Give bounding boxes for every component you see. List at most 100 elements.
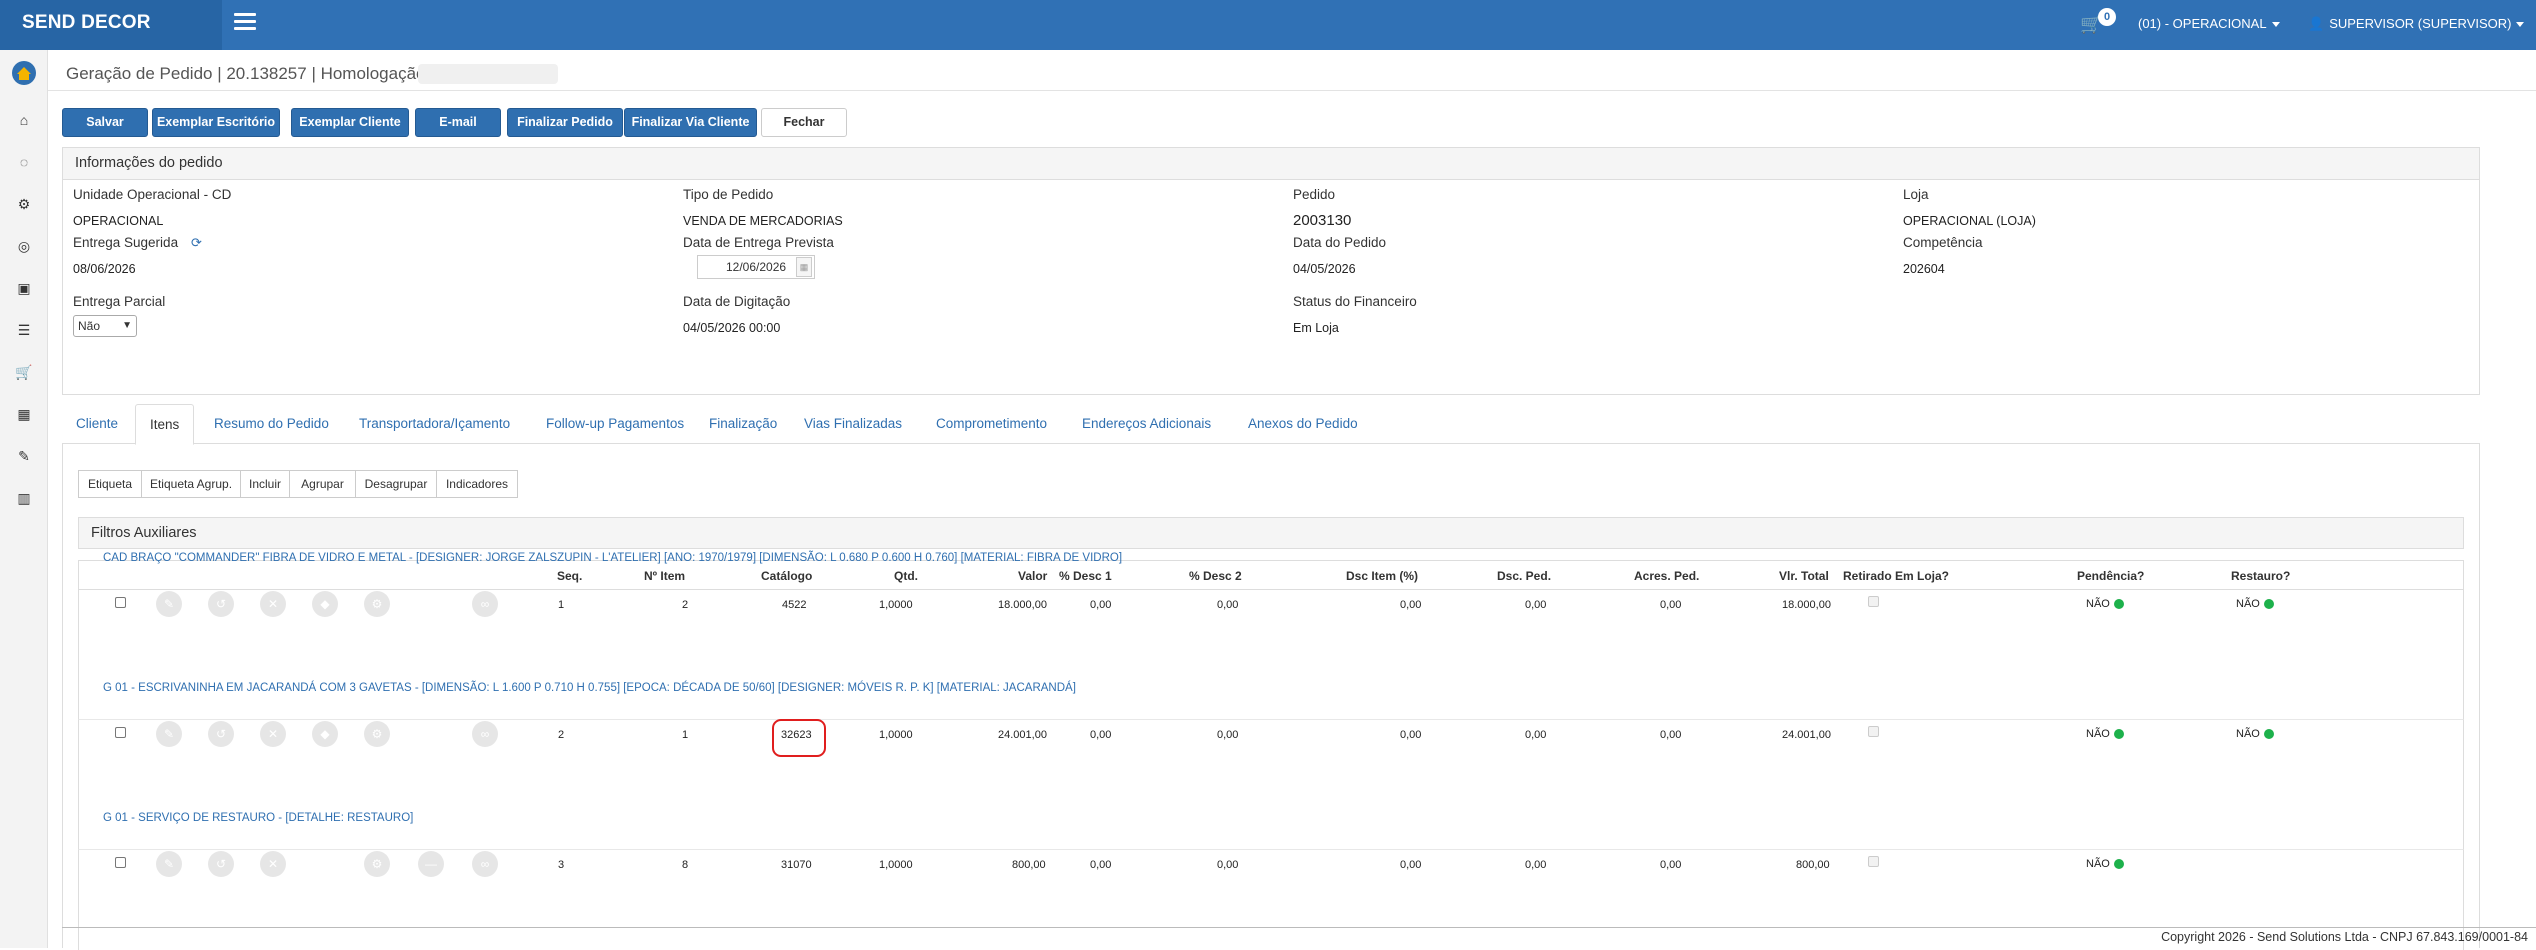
acres-ped-value: 0,00	[1660, 729, 1682, 741]
remove-icon[interactable]: ✕	[260, 851, 286, 877]
indicadores-button[interactable]: Indicadores	[436, 470, 518, 498]
filters-panel[interactable]: Filtros Auxiliares	[78, 517, 2464, 549]
target-icon[interactable]: ◎	[14, 236, 34, 256]
row-checkbox[interactable]	[115, 857, 126, 868]
total-value: 24.001,00	[1782, 729, 1831, 741]
catalogo-value: 31070	[781, 859, 812, 871]
refresh-icon[interactable]: ⟳	[191, 235, 202, 251]
link-icon[interactable]: ∞	[472, 851, 498, 877]
tab-comprometimento[interactable]: Comprometimento	[922, 404, 1061, 444]
tab-cliente[interactable]: Cliente	[62, 404, 132, 444]
link-icon[interactable]: ∞	[472, 721, 498, 747]
image-icon[interactable]: ▦	[14, 404, 34, 424]
edit-icon[interactable]: ✎	[156, 591, 182, 617]
spinner-icon[interactable]: ◌	[14, 152, 34, 172]
sliders-icon[interactable]: ☰	[14, 320, 34, 340]
desagrupar-button[interactable]: Desagrupar	[355, 470, 437, 498]
home-icon[interactable]: ⌂	[14, 110, 34, 130]
col-pendencia: Pendência?	[2077, 569, 2145, 583]
tab-finalizacao[interactable]: Finalização	[695, 404, 791, 444]
sidebar: ⌂ ◌ ⚙ ◎ ▣ ☰ 🛒 ▦ ✎ ▥	[0, 50, 48, 948]
cart-icon[interactable]: 🛒	[14, 362, 34, 382]
row-description[interactable]: G 01 - SERVIÇO DE RESTAURO - [DETALHE: R…	[103, 812, 413, 824]
status-dot	[2263, 599, 2274, 610]
finalize-client-button[interactable]: Finalizar Via Cliente	[624, 108, 757, 137]
divider	[48, 90, 2536, 91]
history-icon[interactable]: ↺	[208, 591, 234, 617]
menu-toggle-icon[interactable]	[234, 13, 256, 31]
close-button[interactable]: Fechar	[761, 108, 847, 137]
digitacao-value: 04/05/2026 00:00	[683, 321, 781, 335]
seq-value: 2	[558, 729, 565, 741]
save-button[interactable]: Salvar	[62, 108, 148, 137]
tab-itens[interactable]: Itens	[135, 404, 195, 445]
col-catalogo: Catálogo	[761, 569, 813, 583]
tab-transportadora[interactable]: Transportadora/Içamento	[345, 404, 524, 444]
row-description[interactable]: CAD BRAÇO "COMMANDER" FIBRA DE VIDRO E M…	[103, 552, 1122, 564]
tab-enderecos[interactable]: Endereços Adicionais	[1068, 404, 1225, 444]
dsc-item-value: 0,00	[1400, 859, 1422, 871]
user-dropdown[interactable]: 👤 SUPERVISOR (SUPERVISOR)	[2308, 16, 2525, 32]
settings-icon[interactable]: ⚙	[364, 591, 390, 617]
entrega-sugerida-label: Entrega Sugerida	[73, 235, 179, 250]
tab-anexos[interactable]: Anexos do Pedido	[1234, 404, 1372, 444]
unit-dropdown[interactable]: (01) - OPERACIONAL	[2138, 16, 2280, 31]
financeiro-value: Em Loja	[1293, 321, 1339, 335]
entrega-parcial-select[interactable]: Não ▼	[73, 315, 137, 337]
valor-value: 24.001,00	[998, 729, 1047, 741]
item-value: 8	[682, 859, 689, 871]
settings-icon[interactable]: ⚙	[364, 851, 390, 877]
data-pedido-label: Data do Pedido	[1293, 235, 1387, 250]
entrega-parcial-value: Não	[78, 319, 101, 333]
agrupar-button[interactable]: Agrupar	[289, 470, 356, 498]
incluir-button[interactable]: Incluir	[240, 470, 290, 498]
history-icon[interactable]: ↺	[208, 721, 234, 747]
pedido-label: Pedido	[1293, 187, 1336, 202]
pendencia-label: NÃO	[2086, 598, 2110, 610]
order-tabs: Cliente Itens Resumo do Pedido Transport…	[62, 404, 2480, 445]
item-value: 2	[682, 599, 689, 611]
logo-icon[interactable]	[11, 60, 37, 86]
dsc-ped-value: 0,00	[1525, 599, 1547, 611]
unidade-value: OPERACIONAL	[73, 214, 164, 228]
etiqueta-button[interactable]: Etiqueta	[78, 470, 142, 498]
remove-icon[interactable]: ✕	[260, 721, 286, 747]
money-icon[interactable]: ▣	[14, 278, 34, 298]
row-checkbox[interactable]	[115, 727, 126, 738]
competencia-label: Competência	[1903, 235, 1983, 250]
office-copy-button[interactable]: Exemplar Escritório	[152, 108, 280, 137]
remove-icon[interactable]: ✕	[260, 591, 286, 617]
email-button[interactable]: E-mail	[415, 108, 501, 137]
tab-resumo[interactable]: Resumo do Pedido	[200, 404, 343, 444]
calendar-icon[interactable]: ▦	[796, 257, 812, 277]
tag-icon[interactable]: ◆	[312, 721, 338, 747]
etiqueta-agrup-button[interactable]: Etiqueta Agrup.	[141, 470, 241, 498]
financeiro-label: Status do Financeiro	[1293, 294, 1417, 309]
tag-icon[interactable]: ◆	[312, 591, 338, 617]
finalize-order-button[interactable]: Finalizar Pedido	[507, 108, 623, 137]
chevron-down-icon	[2271, 22, 2280, 28]
minus-icon[interactable]: —	[418, 851, 444, 877]
acres-ped-value: 0,00	[1660, 859, 1682, 871]
cogs-icon[interactable]: ⚙	[14, 194, 34, 214]
wrench-icon[interactable]: ✎	[14, 446, 34, 466]
desc2-value: 0,00	[1217, 729, 1239, 741]
history-icon[interactable]: ↺	[208, 851, 234, 877]
dsc-item-value: 0,00	[1400, 599, 1422, 611]
main-content: Geração de Pedido | 20.138257 | Homologa…	[48, 50, 2536, 950]
edit-icon[interactable]: ✎	[156, 721, 182, 747]
settings-icon[interactable]: ⚙	[364, 721, 390, 747]
link-icon[interactable]: ∞	[472, 591, 498, 617]
tab-follow-up[interactable]: Follow-up Pagamentos	[532, 404, 698, 444]
edit-icon[interactable]: ✎	[156, 851, 182, 877]
client-copy-button[interactable]: Exemplar Cliente	[291, 108, 409, 137]
brand-logo[interactable]: SEND DECOR	[0, 0, 222, 50]
row-checkbox[interactable]	[115, 597, 126, 608]
row-description[interactable]: G 01 - ESCRIVANINHA EM JACARANDÁ COM 3 G…	[103, 682, 1076, 694]
tab-vias-finalizadas[interactable]: Vias Finalizadas	[790, 404, 916, 444]
pendencia-label: NÃO	[2086, 728, 2110, 740]
chart-icon[interactable]: ▥	[14, 488, 34, 508]
footer-divider	[62, 927, 2536, 928]
acres-ped-value: 0,00	[1660, 599, 1682, 611]
seq-value: 1	[558, 599, 565, 611]
